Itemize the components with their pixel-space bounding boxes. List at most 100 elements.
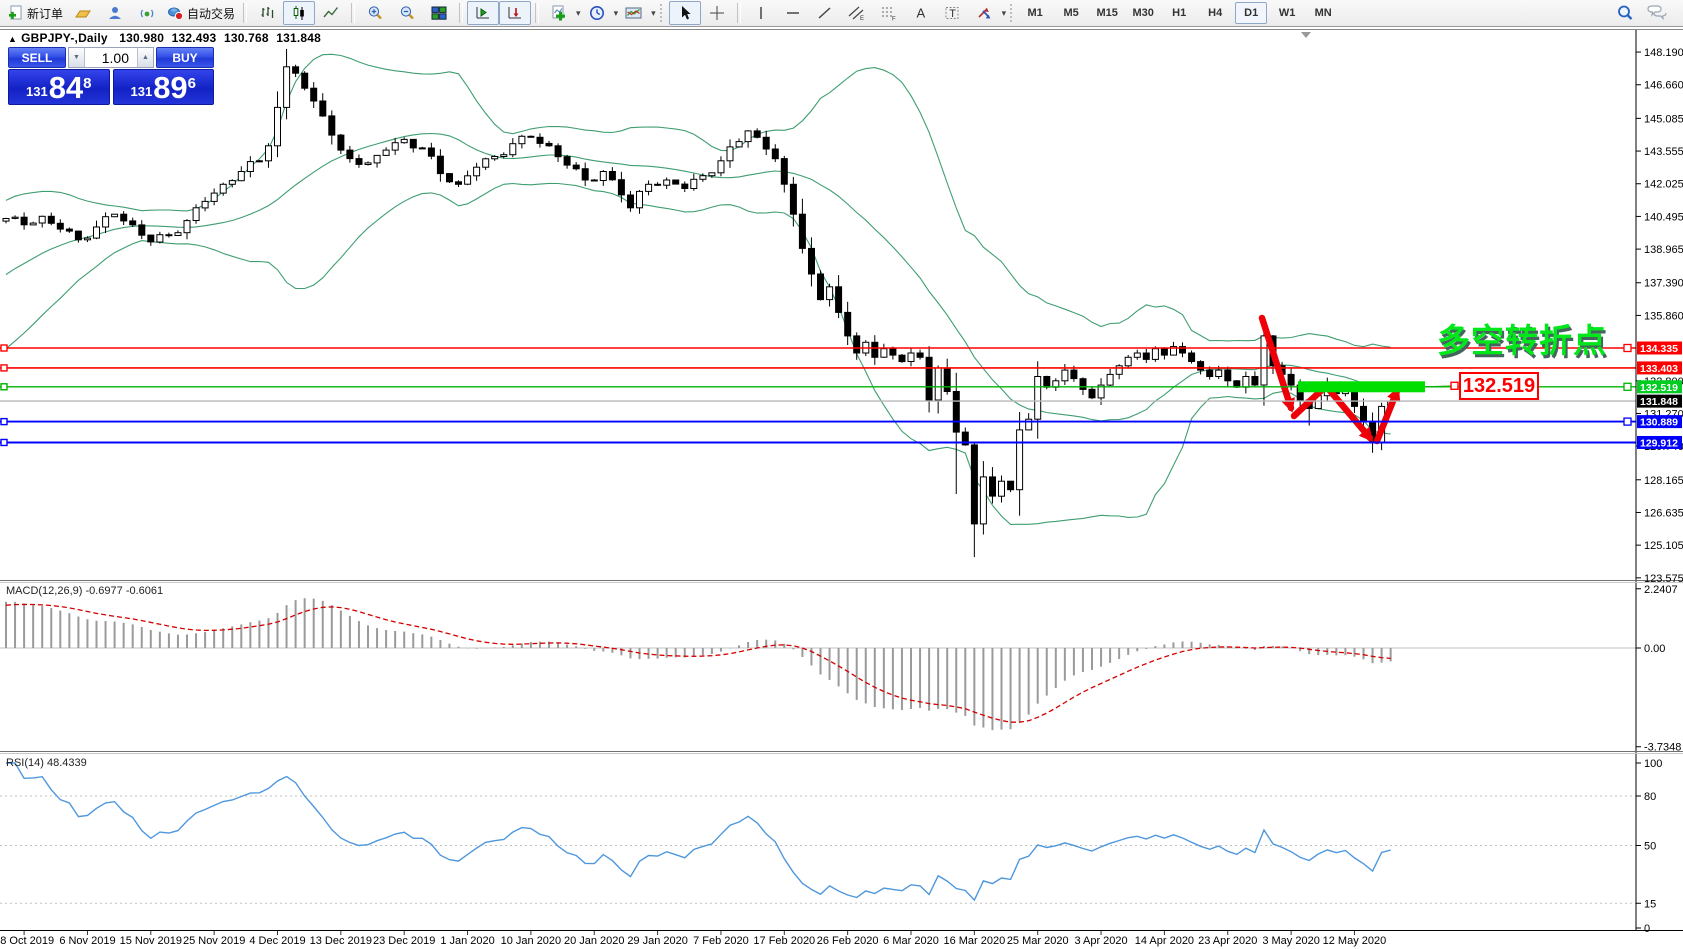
cursor-button[interactable] xyxy=(668,1,701,25)
buy-price[interactable]: 131 89 6 xyxy=(112,69,214,105)
line-handle-marker[interactable] xyxy=(1623,382,1632,391)
candlestick xyxy=(373,154,381,164)
candlestick xyxy=(283,66,291,108)
zoom-in-button[interactable] xyxy=(359,1,391,25)
new-order-button[interactable]: 新订单 xyxy=(4,1,67,25)
candlestick xyxy=(427,147,435,157)
candlestick xyxy=(934,367,942,401)
timeframe-button-H4[interactable]: H4 xyxy=(1199,2,1231,24)
candlestick xyxy=(183,220,191,234)
sell-price[interactable]: 131 84 8 xyxy=(8,69,110,105)
one-click-trade-panel: SELL ▼ 1.00 ▲ BUY 131 84 8 131 89 6 xyxy=(8,47,214,105)
text-button[interactable]: A xyxy=(905,1,937,25)
price-badge-label: 134.335 xyxy=(1640,343,1678,355)
text-label-button[interactable]: T xyxy=(937,1,969,25)
candlestick xyxy=(581,168,589,181)
price-tag-label[interactable]: 132.519 xyxy=(1459,372,1539,400)
signals-button[interactable] xyxy=(131,1,163,25)
user-icon xyxy=(109,7,122,19)
candlestick xyxy=(663,179,671,186)
panel-collapse-icon[interactable]: ▲ xyxy=(8,34,17,44)
periods-button[interactable] xyxy=(581,1,613,25)
candlestick xyxy=(20,216,28,226)
crosshair-button[interactable] xyxy=(701,1,733,25)
templates-dropdown-caret[interactable]: ▾ xyxy=(651,8,656,19)
signal-icon xyxy=(140,9,154,18)
bar-chart-button[interactable] xyxy=(251,1,283,25)
line-handle-marker[interactable] xyxy=(1623,417,1632,426)
date-axis-label: 26 Feb 2020 xyxy=(817,935,879,947)
candlestick xyxy=(1124,356,1132,367)
timeframe-button-M15[interactable]: M15 xyxy=(1091,2,1123,24)
price-axis-label: 148.190 xyxy=(1644,47,1683,59)
candlestick xyxy=(989,476,996,497)
rsi-axis-label: 80 xyxy=(1644,791,1656,803)
date-axis-label: 3 May 2020 xyxy=(1262,935,1319,947)
candlestick xyxy=(925,356,933,401)
zoom-out-icon xyxy=(400,6,414,20)
tile-windows-icon xyxy=(431,6,447,20)
sell-button[interactable]: SELL xyxy=(8,47,66,68)
candlestick xyxy=(156,234,164,243)
date-axis-label: 25 Nov 2019 xyxy=(183,935,245,947)
arrows-dropdown-caret[interactable]: ▾ xyxy=(1002,8,1007,19)
line-handle-marker[interactable] xyxy=(1623,343,1632,353)
candlestick xyxy=(255,160,263,163)
templates-button[interactable] xyxy=(618,1,650,25)
arrows-button[interactable] xyxy=(969,1,1001,25)
line-anchor-marker[interactable] xyxy=(0,344,8,352)
equidistant-channel-icon: E xyxy=(848,6,864,21)
candlestick xyxy=(436,155,444,175)
line-anchor-marker[interactable] xyxy=(0,438,8,447)
candlestick-chart-button[interactable] xyxy=(283,1,316,25)
candlestick xyxy=(65,228,73,232)
timeframe-button-M5[interactable]: M5 xyxy=(1055,2,1087,24)
volume-up-button[interactable]: ▲ xyxy=(137,48,153,67)
candlestick xyxy=(771,148,779,160)
candlestick xyxy=(735,141,743,148)
candlestick xyxy=(1151,348,1159,360)
vertical-line-button[interactable] xyxy=(745,1,777,25)
tile-windows-button[interactable] xyxy=(423,1,455,25)
candlestick xyxy=(1242,376,1250,388)
chart-shift-button[interactable] xyxy=(467,1,500,25)
ohlc-close: 131.848 xyxy=(276,31,322,45)
candlestick xyxy=(789,183,797,215)
autotrade-button[interactable]: 自动交易 xyxy=(163,1,239,25)
chat-button[interactable] xyxy=(1641,1,1673,25)
timeframe-button-H1[interactable]: H1 xyxy=(1163,2,1195,24)
candlestick xyxy=(690,178,698,190)
timeframe-button-M1[interactable]: M1 xyxy=(1019,2,1051,24)
timeframe-button-D1[interactable]: D1 xyxy=(1235,2,1268,24)
horizontal-line-button[interactable] xyxy=(777,1,809,25)
line-anchor-marker[interactable] xyxy=(0,364,8,372)
volume-input[interactable]: 1.00 xyxy=(85,48,137,67)
candlestick xyxy=(798,213,806,249)
line-anchor-marker[interactable] xyxy=(0,417,8,426)
auto-scroll-button[interactable] xyxy=(499,1,532,25)
vertical-line-icon xyxy=(759,7,762,19)
timeframe-button-M30[interactable]: M30 xyxy=(1127,2,1159,24)
gold-bar-icon xyxy=(75,10,91,18)
fibonacci-button[interactable]: F xyxy=(873,1,905,25)
search-button[interactable] xyxy=(1609,1,1641,25)
candlestick xyxy=(228,180,236,185)
timeframe-button-MN[interactable]: MN xyxy=(1307,2,1339,24)
buy-button[interactable]: BUY xyxy=(156,47,214,68)
candlestick xyxy=(120,213,128,222)
indicators-dropdown-caret[interactable]: ▾ xyxy=(576,8,581,19)
history-center-button[interactable] xyxy=(67,1,99,25)
candlestick xyxy=(418,147,426,150)
label-anchor-marker[interactable] xyxy=(1450,381,1459,390)
line-anchor-marker[interactable] xyxy=(0,383,8,391)
support-zone-bar[interactable] xyxy=(1298,381,1425,393)
timeframe-button-W1[interactable]: W1 xyxy=(1271,2,1303,24)
channel-button[interactable]: E xyxy=(841,1,873,25)
line-chart-button[interactable] xyxy=(315,1,347,25)
zoom-out-button[interactable] xyxy=(391,1,423,25)
accounts-button[interactable] xyxy=(99,1,131,25)
indicators-button[interactable] xyxy=(543,1,575,25)
turning-point-annotation[interactable]: 多空转折点 xyxy=(1437,314,1607,362)
volume-down-button[interactable]: ▼ xyxy=(69,48,85,67)
trendline-button[interactable] xyxy=(809,1,841,25)
